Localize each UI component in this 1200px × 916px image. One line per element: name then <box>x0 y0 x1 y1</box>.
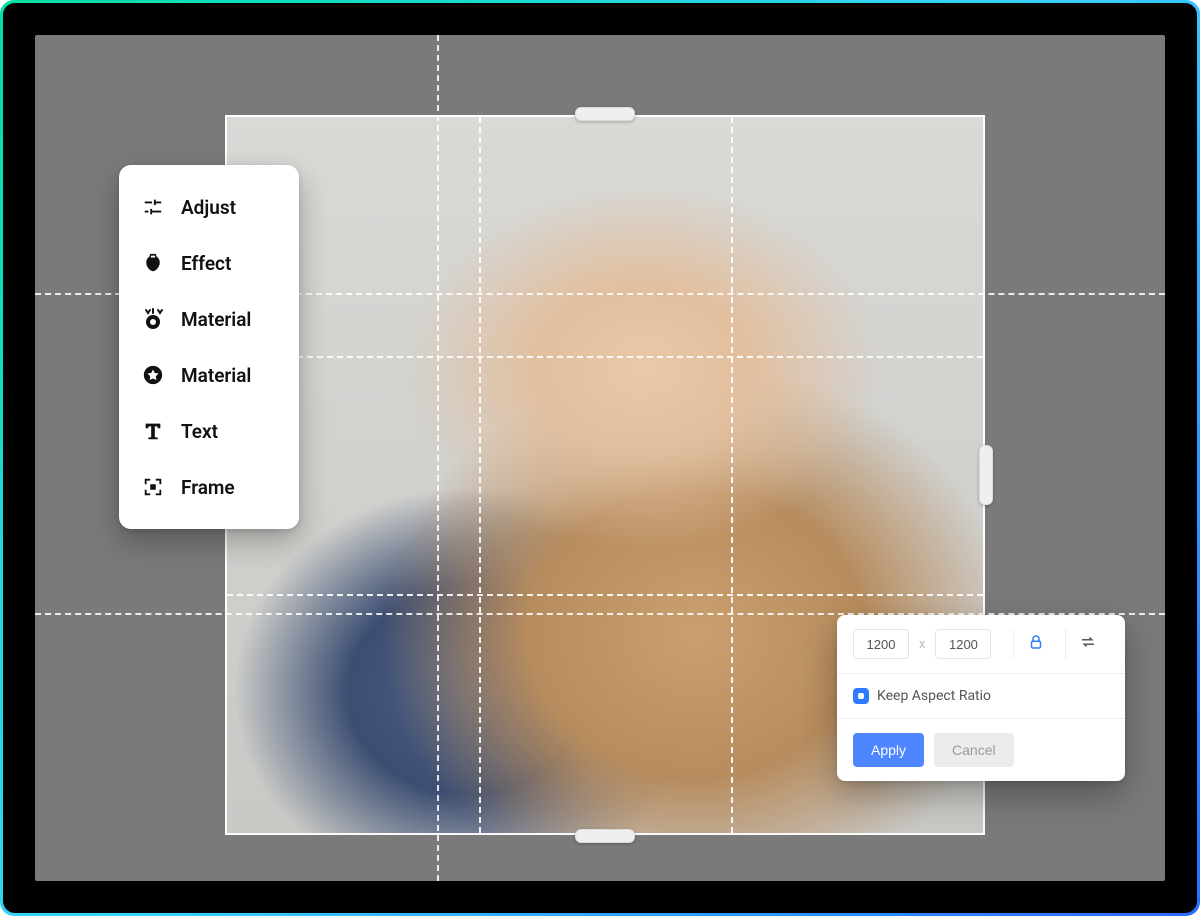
effect-icon <box>141 251 165 275</box>
tool-label: Text <box>181 420 218 443</box>
crop-grid-line <box>227 594 983 596</box>
tool-effect[interactable]: Effect <box>119 235 299 291</box>
keep-aspect-label: Keep Aspect Ratio <box>877 688 991 704</box>
tool-frame[interactable]: Frame <box>119 459 299 515</box>
resize-dimensions-row: x <box>837 615 1125 674</box>
material1-icon <box>141 307 165 331</box>
tool-material-2[interactable]: Material <box>119 347 299 403</box>
guide-line <box>437 35 439 881</box>
swap-dimensions-button[interactable] <box>1065 629 1109 659</box>
keep-aspect-row[interactable]: Keep Aspect Ratio <box>837 674 1125 719</box>
width-input[interactable] <box>853 629 909 659</box>
adjust-icon <box>141 195 165 219</box>
tool-label: Material <box>181 308 251 331</box>
crop-handle-right[interactable] <box>979 445 993 505</box>
height-input[interactable] <box>935 629 991 659</box>
apply-button[interactable]: Apply <box>853 733 924 767</box>
tools-panel: Adjust Effect Material <box>119 165 299 529</box>
tool-label: Material <box>181 364 251 387</box>
window-black-frame: Adjust Effect Material <box>3 3 1197 913</box>
tool-label: Adjust <box>181 196 236 219</box>
tool-adjust[interactable]: Adjust <box>119 179 299 235</box>
canvas-stage[interactable]: Adjust Effect Material <box>35 35 1165 881</box>
text-icon <box>141 419 165 443</box>
tool-label: Effect <box>181 252 231 275</box>
cancel-button[interactable]: Cancel <box>934 733 1014 767</box>
resize-panel: x Keep Aspect <box>837 615 1125 781</box>
lock-aspect-button[interactable] <box>1013 629 1057 659</box>
tool-text[interactable]: Text <box>119 403 299 459</box>
tool-label: Frame <box>181 476 235 499</box>
dimension-separator: x <box>917 637 927 652</box>
resize-actions-row: Apply Cancel <box>837 719 1125 781</box>
crop-grid-line <box>227 356 983 358</box>
swap-icon <box>1079 633 1097 655</box>
crop-grid-line <box>479 117 481 833</box>
window-gradient-border: Adjust Effect Material <box>0 0 1200 916</box>
material2-icon <box>141 363 165 387</box>
crop-handle-bottom[interactable] <box>575 829 635 843</box>
crop-handle-top[interactable] <box>575 107 635 121</box>
tool-material-1[interactable]: Material <box>119 291 299 347</box>
keep-aspect-checkbox[interactable] <box>853 688 869 704</box>
frame-icon <box>141 475 165 499</box>
crop-grid-line <box>731 117 733 833</box>
lock-icon <box>1027 633 1045 655</box>
